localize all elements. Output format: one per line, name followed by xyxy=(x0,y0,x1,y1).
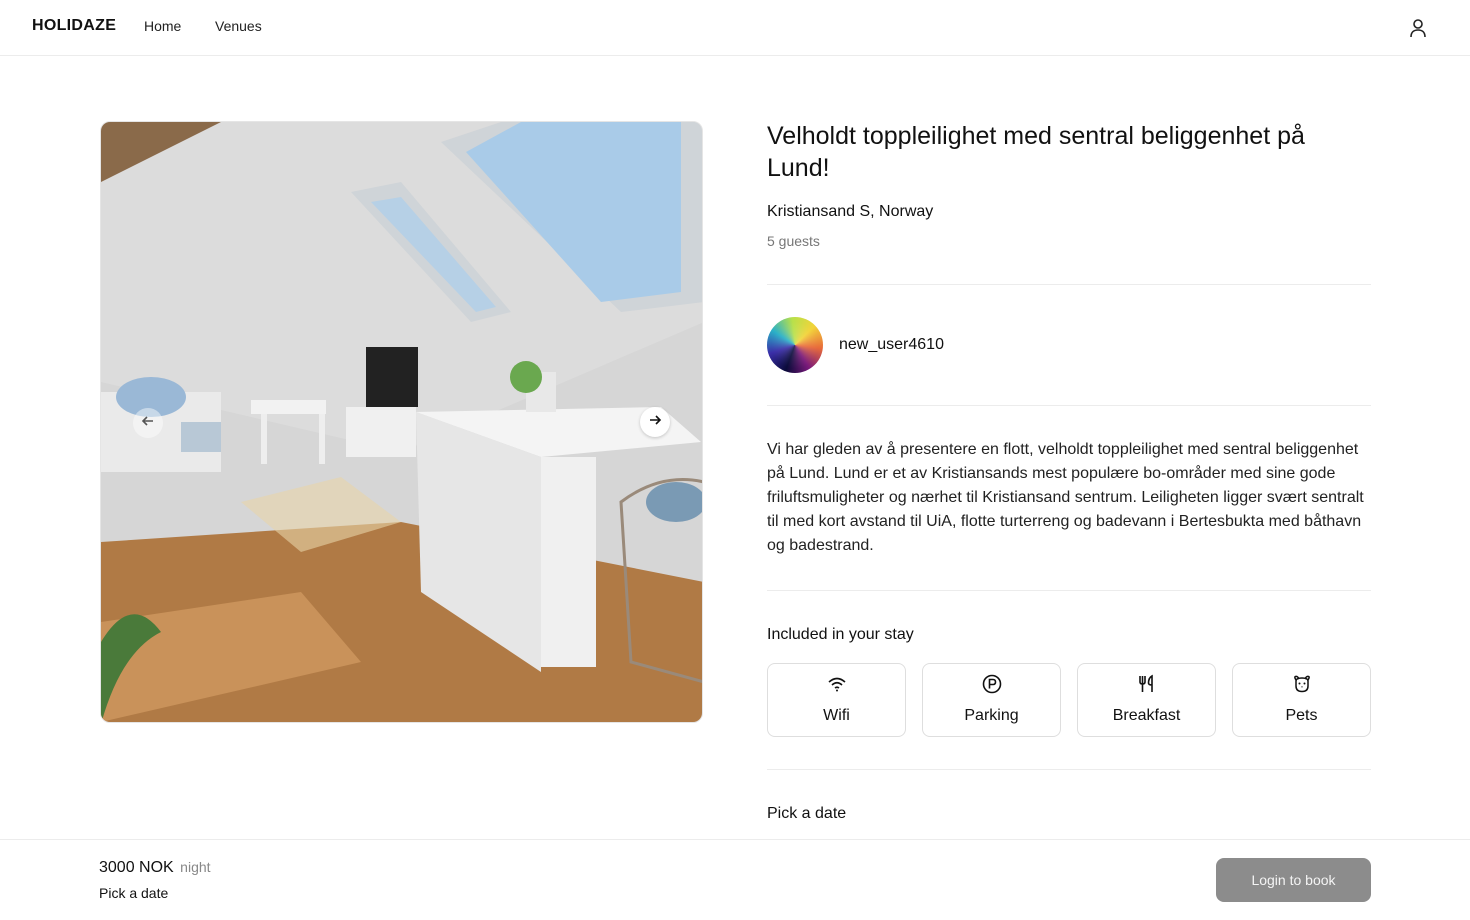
divider xyxy=(767,284,1371,285)
user-icon[interactable] xyxy=(1404,14,1432,42)
venue-description: Vi har gleden av å presentere en flott, … xyxy=(767,441,1364,554)
price-unit: night xyxy=(180,859,211,875)
amenity-label: Pets xyxy=(1285,707,1318,724)
host-avatar xyxy=(767,317,823,373)
date-hint: Pick a date xyxy=(99,885,169,901)
venue-photo xyxy=(101,122,702,722)
pick-date-title: Pick a date xyxy=(767,805,847,822)
venue-guests: 5 guests xyxy=(767,233,820,249)
price-value: 3000 NOK xyxy=(99,859,174,876)
carousel-next-button[interactable] xyxy=(640,407,670,437)
venue-location: Kristiansand S, Norway xyxy=(767,203,934,220)
nav-venues-link[interactable]: Venues xyxy=(215,18,262,34)
amenity-wifi: Wifi xyxy=(767,663,906,737)
login-to-book-button[interactable]: Login to book xyxy=(1216,858,1371,902)
pet-icon xyxy=(1233,673,1370,695)
carousel-prev-button[interactable] xyxy=(133,408,163,438)
utensils-icon xyxy=(1078,673,1215,695)
included-title: Included in your stay xyxy=(767,626,914,643)
amenity-label: Breakfast xyxy=(1112,707,1181,724)
divider xyxy=(767,590,1371,591)
amenity-label: Parking xyxy=(964,707,1019,724)
amenity-parking: Parking xyxy=(922,663,1061,737)
divider xyxy=(767,769,1371,770)
booking-bar: 3000 NOK night Pick a date Login to book xyxy=(0,839,1470,920)
nav-home-link[interactable]: Home xyxy=(144,18,181,34)
parking-icon xyxy=(923,673,1060,695)
arrow-left-icon xyxy=(141,414,155,433)
amenity-pets: Pets xyxy=(1232,663,1371,737)
amenity-breakfast: Breakfast xyxy=(1077,663,1216,737)
host-name: new_user4610 xyxy=(839,336,944,353)
top-navbar: HOLIDAZE Home Venues xyxy=(0,0,1470,56)
arrow-right-icon xyxy=(648,413,662,432)
venue-image-carousel xyxy=(100,121,703,723)
price-row: 3000 NOK night xyxy=(99,859,211,877)
divider xyxy=(767,405,1371,406)
wifi-icon xyxy=(768,673,905,695)
amenity-label: Wifi xyxy=(823,707,850,724)
logo[interactable]: HOLIDAZE xyxy=(32,17,116,35)
venue-title: Velholdt toppleilighet med sentral belig… xyxy=(767,122,1305,182)
